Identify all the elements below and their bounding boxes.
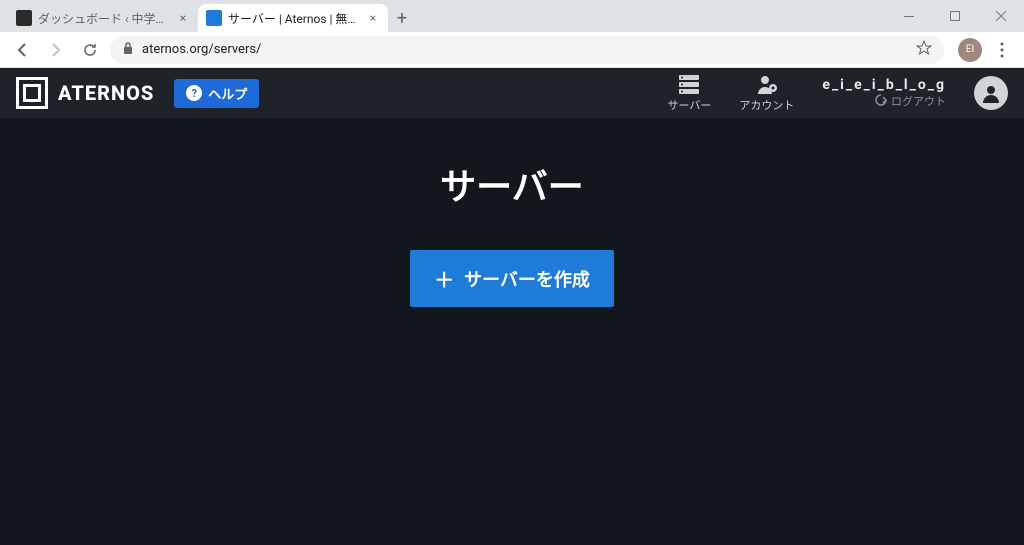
address-bar[interactable]: aternos.org/servers/: [110, 36, 944, 64]
close-icon: [996, 11, 1006, 21]
favicon: [206, 10, 222, 26]
tab-close-icon[interactable]: ×: [176, 11, 190, 25]
back-icon: [14, 42, 30, 58]
help-icon: ?: [186, 85, 202, 101]
favicon: [16, 10, 32, 26]
browser-tab-2[interactable]: サーバー | Aternos | 無料のマインクラ ×: [198, 4, 388, 32]
logo-icon: [16, 77, 48, 109]
reload-button[interactable]: [76, 36, 104, 64]
tab-title: サーバー | Aternos | 無料のマインクラ: [228, 10, 360, 27]
minimize-button[interactable]: [886, 0, 932, 32]
nav-account[interactable]: アカウント: [739, 73, 794, 113]
forward-button[interactable]: [42, 36, 70, 64]
profile-avatar[interactable]: EI: [958, 38, 982, 62]
user-icon: [981, 83, 1001, 103]
browser-tab-1[interactable]: ダッシュボード ‹ 中学生ののんびりブロ ×: [8, 4, 198, 32]
close-window-button[interactable]: [978, 0, 1024, 32]
maximize-button[interactable]: [932, 0, 978, 32]
plus-icon: ＋: [434, 264, 454, 293]
window-controls: [886, 0, 1024, 32]
logout-label: ログアウト: [891, 93, 946, 109]
logout-link[interactable]: ログアウト: [875, 93, 946, 109]
server-icon: [678, 73, 700, 95]
create-server-button[interactable]: ＋ サーバーを作成: [410, 250, 614, 307]
url-text: aternos.org/servers/: [142, 42, 261, 57]
help-button[interactable]: ? ヘルプ: [174, 79, 259, 108]
tab-title: ダッシュボード ‹ 中学生ののんびりブロ: [38, 10, 170, 27]
minimize-icon: [904, 16, 914, 17]
user-block: e_i_e_i_b_l_o_g ログアウト: [822, 77, 946, 109]
nav-account-label: アカウント: [739, 97, 794, 113]
header-nav: サーバー アカウント e_i_e_i_b_l_o_g ログアウト: [668, 73, 1009, 113]
forward-icon: [48, 42, 64, 58]
browser-menu-button[interactable]: [988, 36, 1016, 64]
logo-text: ATERNOS: [58, 81, 154, 105]
page-content: ATERNOS ? ヘルプ サーバー アカウント e_i_e_i_b_l_o_g: [0, 68, 1024, 545]
back-button[interactable]: [8, 36, 36, 64]
menu-dots-icon: [1000, 42, 1004, 58]
lock-icon: [122, 41, 134, 58]
nav-servers[interactable]: サーバー: [668, 73, 712, 113]
reload-icon: [82, 42, 98, 58]
browser-titlebar: ダッシュボード ‹ 中学生ののんびりブロ × サーバー | Aternos | …: [0, 0, 1024, 32]
new-tab-button[interactable]: +: [388, 4, 416, 32]
site-header: ATERNOS ? ヘルプ サーバー アカウント e_i_e_i_b_l_o_g: [0, 68, 1024, 118]
logo[interactable]: ATERNOS: [16, 77, 154, 109]
main-content: サーバー ＋ サーバーを作成: [0, 118, 1024, 545]
tab-close-icon[interactable]: ×: [366, 11, 380, 25]
maximize-icon: [950, 11, 960, 21]
account-icon: [756, 73, 778, 95]
create-server-label: サーバーを作成: [464, 266, 590, 292]
user-avatar[interactable]: [974, 76, 1008, 110]
profile-initial: EI: [966, 44, 974, 55]
star-icon[interactable]: [916, 40, 932, 60]
logout-icon: [875, 94, 887, 109]
page-title: サーバー: [440, 158, 584, 210]
browser-toolbar: aternos.org/servers/ EI: [0, 32, 1024, 68]
username: e_i_e_i_b_l_o_g: [822, 77, 946, 93]
nav-servers-label: サーバー: [668, 97, 712, 113]
help-label: ヘルプ: [208, 84, 247, 103]
